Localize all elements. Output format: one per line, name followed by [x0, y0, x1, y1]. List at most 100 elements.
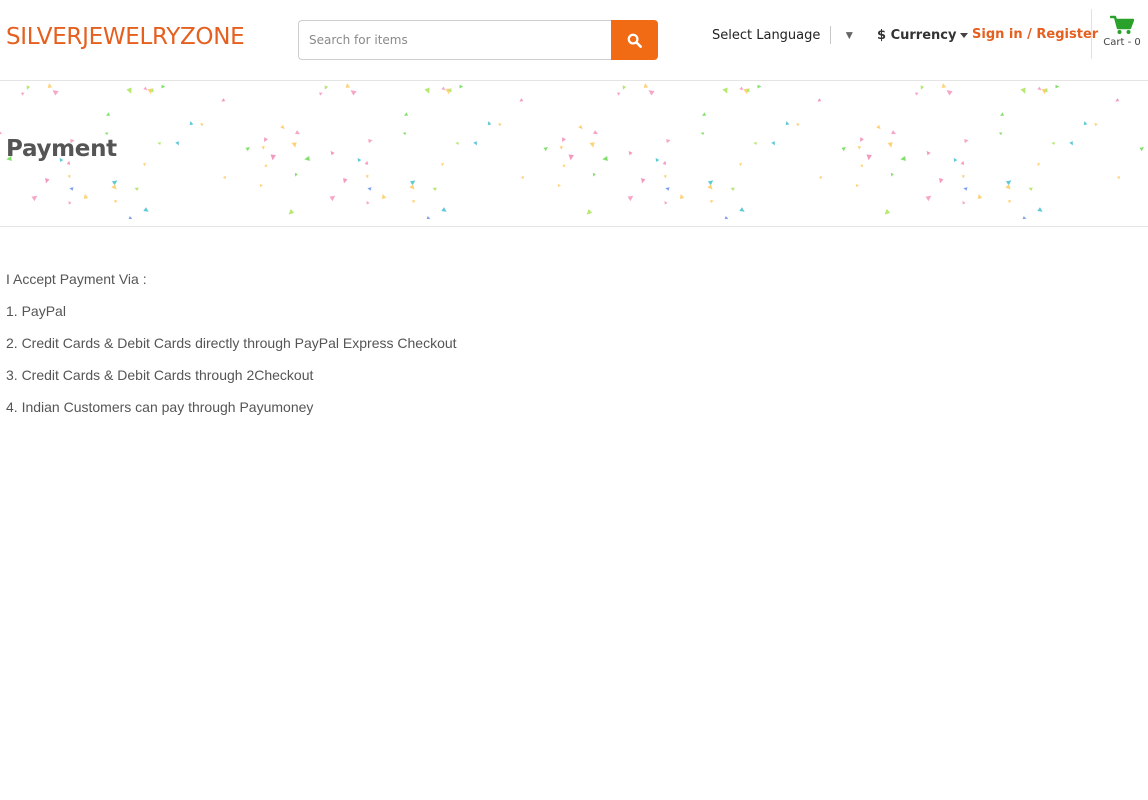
- confetti-piece: [1000, 112, 1005, 116]
- confetti-piece: [69, 187, 74, 191]
- confetti-piece: [586, 208, 593, 215]
- confetti-piece: [890, 172, 894, 177]
- confetti-piece: [324, 85, 329, 90]
- confetti-piece: [432, 187, 437, 192]
- confetti-piece: [977, 193, 983, 199]
- confetti-piece: [890, 130, 897, 135]
- confetti-piece: [26, 85, 31, 90]
- confetti-piece: [707, 184, 713, 190]
- confetti-piece: [1083, 121, 1088, 126]
- confetti-piece: [357, 157, 362, 162]
- confetti-piece: [441, 207, 447, 212]
- confetti-piece: [143, 86, 148, 91]
- confetti-piece: [1115, 98, 1120, 102]
- confetti-piece: [114, 199, 118, 204]
- site-logo[interactable]: SILVERJEWELRYZONE: [6, 22, 245, 52]
- confetti-piece: [724, 216, 729, 220]
- confetti-piece: [562, 137, 566, 142]
- language-selector[interactable]: Select Language ▼: [712, 25, 855, 45]
- confetti-piece: [964, 139, 969, 144]
- confetti-piece: [939, 178, 944, 184]
- confetti-piece: [1005, 184, 1011, 190]
- confetti-piece: [757, 84, 762, 89]
- confetti-piece: [1116, 175, 1121, 180]
- confetti-piece: [143, 207, 149, 212]
- confetti-piece: [700, 132, 705, 136]
- payment-method-item: 2. Credit Cards & Debit Cards directly t…: [6, 335, 457, 351]
- cart-button[interactable]: Cart - 0: [1100, 15, 1144, 59]
- confetti-piece: [722, 87, 728, 94]
- confetti-pattern: [0, 83, 1144, 220]
- confetti-piece: [900, 155, 906, 162]
- confetti-piece: [366, 200, 370, 205]
- confetti-piece: [404, 112, 409, 116]
- confetti-piece: [857, 146, 861, 150]
- confetti-piece: [1008, 199, 1012, 204]
- confetti-piece: [294, 130, 301, 135]
- confetti-piece: [925, 195, 932, 202]
- payment-method-item: 4. Indian Customers can pay through Payu…: [6, 399, 314, 415]
- confetti-piece: [860, 137, 864, 142]
- search-icon: [627, 33, 642, 48]
- signin-register-link[interactable]: Sign in / Register: [972, 25, 1098, 45]
- confetti-piece: [796, 122, 800, 127]
- confetti-piece: [294, 172, 298, 177]
- confetti-piece: [998, 132, 1003, 136]
- confetti-piece: [45, 178, 50, 184]
- confetti-piece: [710, 199, 714, 204]
- confetti-piece: [1037, 86, 1042, 91]
- confetti-piece: [330, 150, 335, 156]
- search-input[interactable]: [298, 20, 612, 60]
- site-header: SILVERJEWELRYZONE Select Language ▼ $ Cu…: [0, 0, 1148, 81]
- confetti-piece: [960, 160, 965, 165]
- payment-method-item: 1. PayPal: [6, 303, 66, 319]
- confetti-piece: [0, 130, 3, 135]
- search-bar: [298, 20, 658, 60]
- confetti-piece: [628, 150, 633, 156]
- confetti-piece: [245, 147, 250, 152]
- confetti-piece: [487, 121, 492, 126]
- confetti-piece: [946, 90, 953, 96]
- confetti-piece: [785, 121, 790, 126]
- page-title: Payment: [6, 136, 117, 162]
- confetti-piece: [884, 208, 891, 215]
- confetti-piece: [941, 83, 947, 89]
- confetti-piece: [616, 92, 621, 96]
- confetti-piece: [189, 121, 194, 126]
- confetti-piece: [679, 193, 685, 199]
- confetti-piece: [543, 147, 548, 152]
- confetti-piece: [365, 174, 369, 179]
- confetti-piece: [441, 86, 446, 91]
- confetti-piece: [288, 208, 295, 215]
- search-button[interactable]: [611, 20, 658, 60]
- confetti-piece: [175, 141, 179, 146]
- language-divider: [830, 26, 832, 44]
- cart-divider: [1091, 9, 1092, 59]
- confetti-piece: [381, 193, 387, 199]
- language-label: Select Language: [712, 27, 821, 43]
- confetti-piece: [739, 86, 744, 91]
- chevron-down-icon: ▼: [843, 28, 856, 42]
- confetti-piece: [343, 178, 348, 184]
- caret-down-icon: [960, 32, 969, 38]
- confetti-piece: [753, 142, 757, 146]
- confetti-piece: [578, 124, 583, 130]
- confetti-piece: [106, 112, 111, 116]
- confetti-piece: [855, 184, 859, 187]
- confetti-piece: [665, 187, 670, 191]
- confetti-piece: [402, 132, 407, 136]
- confetti-piece: [270, 154, 276, 161]
- payment-intro: I Accept Payment Via :: [6, 271, 147, 287]
- confetti-piece: [866, 154, 872, 161]
- payment-method-item: 3. Credit Cards & Debit Cards through 2C…: [6, 367, 314, 383]
- confetti-piece: [1036, 162, 1041, 166]
- confetti-piece: [409, 180, 416, 186]
- confetti-piece: [142, 162, 147, 166]
- payment-content: I Accept Payment Via : 1. PayPal 2. Cred…: [6, 270, 1106, 430]
- cart-count-label: Cart - 0: [1103, 37, 1141, 48]
- confetti-piece: [264, 137, 268, 142]
- currency-selector[interactable]: $ Currency: [877, 25, 969, 45]
- confetti-piece: [559, 146, 563, 150]
- confetti-piece: [702, 112, 707, 116]
- confetti-piece: [817, 98, 822, 102]
